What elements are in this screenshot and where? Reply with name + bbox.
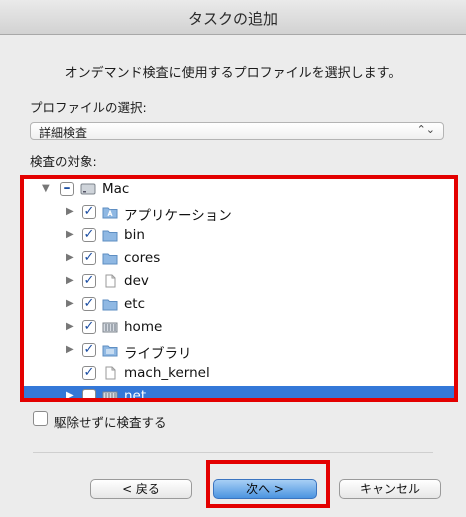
tree-item-label: アプリケーション	[124, 208, 232, 224]
checked-checkbox[interactable]: ✓	[82, 343, 96, 357]
disclosure-collapsed-icon[interactable]: ▶	[66, 206, 74, 217]
disclosure-expanded-icon[interactable]: ▼	[42, 183, 50, 194]
checked-checkbox[interactable]: ✓	[82, 366, 96, 380]
disclosure-collapsed-icon[interactable]: ▶	[66, 275, 74, 286]
tree-item-label: etc	[124, 296, 146, 312]
tree-item-label: home	[124, 319, 163, 335]
back-button[interactable]: < 戻る	[90, 479, 192, 499]
server-icon	[102, 391, 118, 398]
tree-row[interactable]: ▶ ✓ アプリケーション	[24, 202, 454, 225]
tree-item-label: dev	[124, 273, 149, 289]
tree-item-label: mach_kernel	[124, 365, 210, 381]
divider	[33, 452, 433, 453]
checked-checkbox[interactable]: ✓	[82, 320, 96, 334]
tree-row[interactable]: ▶ ✓ bin	[24, 225, 454, 248]
no-delete-checkbox[interactable]	[33, 411, 48, 426]
tree-item-label: ライブラリ	[124, 346, 192, 362]
profile-select[interactable]: 詳細検査 ⌃⌄	[30, 122, 444, 140]
library-folder-icon	[102, 345, 118, 357]
disclosure-collapsed-icon[interactable]: ▶	[66, 344, 74, 355]
disclosure-collapsed-icon[interactable]: ▶	[66, 252, 74, 263]
folder-icon	[102, 230, 118, 242]
tree-item-label: net	[124, 388, 147, 402]
checked-checkbox[interactable]: ✓	[82, 297, 96, 311]
tree-row[interactable]: ▶ ✓ dev	[24, 271, 454, 294]
server-icon	[102, 322, 118, 333]
file-icon	[105, 366, 116, 380]
profile-label: プロファイルの選択:	[30, 100, 147, 115]
title-bar: タスクの追加	[0, 0, 466, 35]
checked-checkbox[interactable]: ✓	[82, 251, 96, 265]
disclosure-collapsed-icon[interactable]: ▶	[66, 390, 74, 398]
tree-item-label: Mac	[102, 181, 130, 197]
instruction-text: オンデマンド検査に使用するプロファイルを選択します。	[64, 66, 402, 81]
hard-drive-icon	[80, 183, 96, 195]
profile-selected-value: 詳細検査	[39, 126, 88, 140]
unchecked-checkbox[interactable]	[82, 389, 96, 398]
select-arrows-icon: ⌃⌄	[416, 123, 435, 136]
scan-target-tree[interactable]: ▼ – Mac ▶ ✓ アプリケーション ▶ ✓ bin ▶ ✓ cores ▶…	[20, 175, 458, 402]
folder-icon	[102, 253, 118, 265]
disclosure-collapsed-icon[interactable]: ▶	[66, 321, 74, 332]
folder-icon	[102, 299, 118, 311]
window-title: タスクの追加	[187, 10, 278, 28]
tree-row[interactable]: ▶ ✓ cores	[24, 248, 454, 271]
tree-row-selected[interactable]: ▶ net	[24, 386, 454, 402]
tree-row[interactable]: ▶ ✓ etc	[24, 294, 454, 317]
checked-checkbox[interactable]: ✓	[82, 228, 96, 242]
tree-row[interactable]: ▶ ✓ home	[24, 317, 454, 340]
file-icon	[105, 274, 116, 288]
cancel-button[interactable]: キャンセル	[339, 479, 441, 499]
highlight-box	[206, 460, 330, 508]
no-delete-label: 駆除せずに検査する	[54, 415, 167, 430]
tree-row[interactable]: ▼ – Mac	[24, 179, 454, 202]
tree-row[interactable]: ▶ ✓ ライブラリ	[24, 340, 454, 363]
mixed-checkbox[interactable]: –	[60, 181, 74, 196]
checked-checkbox[interactable]: ✓	[82, 205, 96, 219]
disclosure-collapsed-icon[interactable]: ▶	[66, 229, 74, 240]
tree-item-label: bin	[124, 227, 145, 243]
tree-item-label: cores	[124, 250, 161, 266]
disclosure-collapsed-icon[interactable]: ▶	[66, 298, 74, 309]
tree-row[interactable]: ✓ mach_kernel	[24, 363, 454, 386]
applications-folder-icon	[102, 207, 118, 219]
checked-checkbox[interactable]: ✓	[82, 274, 96, 288]
scan-target-label: 検査の対象:	[30, 154, 97, 169]
